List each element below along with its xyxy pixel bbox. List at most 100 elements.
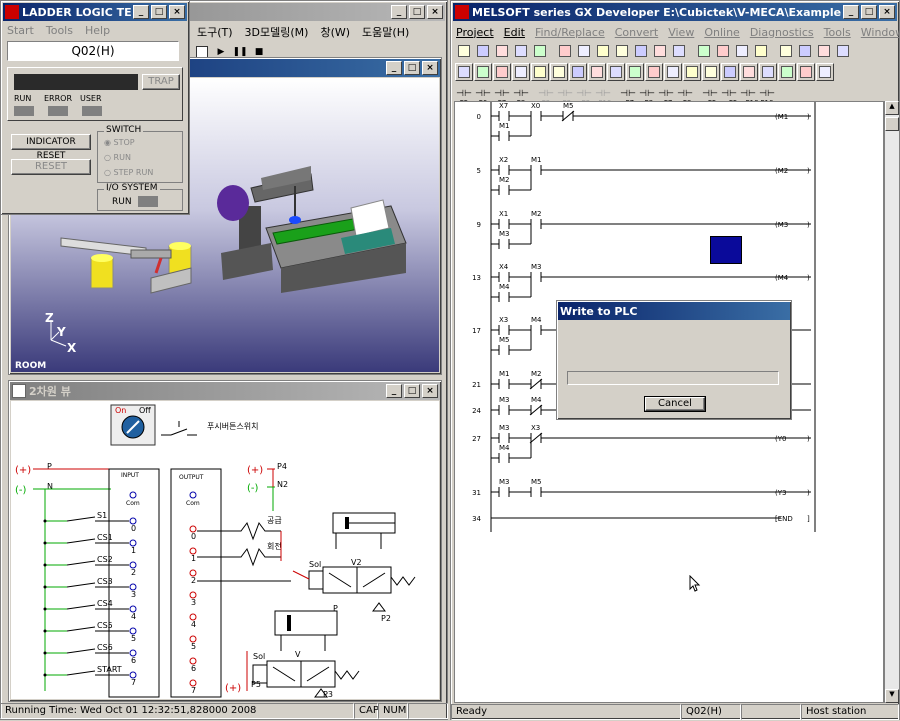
- minimize-button[interactable]: _: [133, 5, 149, 19]
- menu-project[interactable]: Project: [451, 26, 499, 39]
- toolbar-icon[interactable]: [778, 63, 796, 81]
- input-switch[interactable]: CS2 2: [43, 555, 137, 577]
- toolbar-icon[interactable]: [816, 63, 834, 81]
- menu-findreplace[interactable]: Find/Replace: [530, 26, 610, 39]
- menu-view[interactable]: View: [663, 26, 699, 39]
- toolbar-icon[interactable]: [575, 42, 593, 60]
- toolbar-icon[interactable]: [664, 63, 682, 81]
- toolbar-icon[interactable]: [512, 42, 530, 60]
- input-switch[interactable]: CS6 6: [43, 643, 137, 665]
- minimize-button[interactable]: _: [843, 5, 859, 19]
- toolbar-icon[interactable]: [474, 63, 492, 81]
- menu-tools[interactable]: Tools: [819, 26, 856, 39]
- close-button[interactable]: ×: [422, 61, 438, 75]
- minimize-button[interactable]: _: [391, 5, 407, 19]
- toolbar-icon[interactable]: [733, 42, 751, 60]
- ladder-rung[interactable]: 27 M3 X3 (Y0) M4: [472, 424, 811, 463]
- menu-convert[interactable]: Convert: [610, 26, 664, 39]
- menu-edit[interactable]: Edit: [499, 26, 530, 39]
- output-terminal[interactable]: 1: [189, 547, 197, 563]
- input-switch[interactable]: CS1 1: [43, 533, 137, 555]
- vertical-scrollbar[interactable]: ▲ ▼: [884, 101, 899, 703]
- reset-button[interactable]: RESET: [11, 159, 91, 175]
- output-terminal[interactable]: 4: [189, 613, 197, 629]
- minimize-button[interactable]: _: [386, 61, 402, 75]
- toolbar-icon[interactable]: [569, 63, 587, 81]
- ladder-rung[interactable]: 34 [END]: [472, 515, 810, 523]
- toolbar-icon[interactable]: [695, 42, 713, 60]
- toolbar-icon[interactable]: [796, 42, 814, 60]
- toolbar-icon[interactable]: [531, 63, 549, 81]
- view2d-canvas[interactable]: On Off 푸시버튼스위치 (+) (-) P N INPUT Com S1 0…: [11, 401, 439, 699]
- toolbar-icon[interactable]: [645, 63, 663, 81]
- maximize-button[interactable]: □: [409, 5, 425, 19]
- close-button[interactable]: ×: [879, 5, 895, 19]
- ladder-rung[interactable]: 31 M3 M5 (Y3): [472, 478, 811, 497]
- ladder-rung[interactable]: 13 X4 M3 (M4) M4: [472, 263, 811, 302]
- menu-online[interactable]: Online: [699, 26, 744, 39]
- toolbar-icon[interactable]: [531, 42, 549, 60]
- maximize-button[interactable]: □: [861, 5, 877, 19]
- input-switch[interactable]: START 7: [43, 665, 137, 687]
- toolbar-icon[interactable]: [759, 63, 777, 81]
- toolbar-icon[interactable]: [613, 42, 631, 60]
- menu-window-kr[interactable]: 창(W): [314, 24, 356, 40]
- toolbar-icon[interactable]: [651, 42, 669, 60]
- toolbar-icon[interactable]: [702, 63, 720, 81]
- menu-start[interactable]: Start: [1, 24, 40, 37]
- maximize-button[interactable]: □: [151, 5, 167, 19]
- close-button[interactable]: ×: [422, 384, 438, 398]
- trap-button[interactable]: TRAP: [142, 74, 180, 90]
- toolbar-icon[interactable]: [594, 42, 612, 60]
- maximize-button[interactable]: □: [404, 384, 420, 398]
- output-terminal[interactable]: 3: [189, 591, 197, 607]
- maximize-button[interactable]: □: [404, 61, 420, 75]
- close-button[interactable]: ×: [427, 5, 443, 19]
- minimize-button[interactable]: _: [386, 384, 402, 398]
- radio-step-run[interactable]: ○ STEP RUN: [104, 168, 153, 177]
- scroll-down-arrow-icon[interactable]: ▼: [885, 689, 899, 703]
- toolbar-icon[interactable]: [626, 63, 644, 81]
- toolbar-icon[interactable]: [752, 42, 770, 60]
- indicator-reset-button[interactable]: INDICATOR RESET: [11, 134, 91, 161]
- menu-help[interactable]: Help: [79, 24, 116, 37]
- radio-stop[interactable]: ◉ STOP: [104, 138, 135, 147]
- toolbar-icon[interactable]: [815, 42, 833, 60]
- toolbar-icon[interactable]: [588, 63, 606, 81]
- menu-tools-kr[interactable]: 도구(T): [191, 24, 239, 40]
- toolbar-icon[interactable]: [834, 42, 852, 60]
- toolbar-icon[interactable]: [740, 63, 758, 81]
- toolbar-icon[interactable]: [607, 63, 625, 81]
- toolbar-icon[interactable]: [512, 63, 530, 81]
- toolbar-icon[interactable]: [683, 63, 701, 81]
- menu-tools[interactable]: Tools: [40, 24, 79, 37]
- toolbar-icon[interactable]: [493, 63, 511, 81]
- radio-run[interactable]: ○ RUN: [104, 153, 131, 162]
- toolbar-icon[interactable]: [550, 63, 568, 81]
- menu-help-kr[interactable]: 도움말(H): [356, 24, 415, 40]
- input-switch[interactable]: S1 0: [43, 511, 137, 533]
- scroll-up-arrow-icon[interactable]: ▲: [885, 101, 899, 115]
- toolbar-icon[interactable]: [493, 42, 511, 60]
- close-button[interactable]: ×: [169, 5, 185, 19]
- output-terminal[interactable]: 5: [189, 635, 197, 651]
- toolbar-icon[interactable]: [714, 42, 732, 60]
- toolbar-icon[interactable]: [474, 42, 492, 60]
- toolbar-icon[interactable]: [797, 63, 815, 81]
- ladder-rung[interactable]: 0 X7 X0 M5 (M1) M1: [477, 102, 811, 141]
- toolbar-icon[interactable]: [670, 42, 688, 60]
- output-terminal[interactable]: 6: [189, 657, 197, 673]
- input-switch[interactable]: CS5 5: [43, 621, 137, 643]
- menu-window[interactable]: Window: [856, 26, 900, 39]
- output-terminal[interactable]: 2: [189, 569, 197, 585]
- menu-3dmodel[interactable]: 3D모델링(M): [239, 24, 315, 40]
- input-switch[interactable]: CS4 4: [43, 599, 137, 621]
- output-terminal[interactable]: 7: [189, 679, 197, 695]
- output-terminal[interactable]: 0: [189, 525, 197, 541]
- input-switch[interactable]: CS3 3: [43, 577, 137, 599]
- cancel-button[interactable]: Cancel: [644, 396, 706, 412]
- ladder-rung[interactable]: 9 X1 M2 (M3) M3: [477, 210, 811, 249]
- toolbar-icon[interactable]: [632, 42, 650, 60]
- toolbar-icon[interactable]: [556, 42, 574, 60]
- scroll-thumb[interactable]: [885, 117, 899, 131]
